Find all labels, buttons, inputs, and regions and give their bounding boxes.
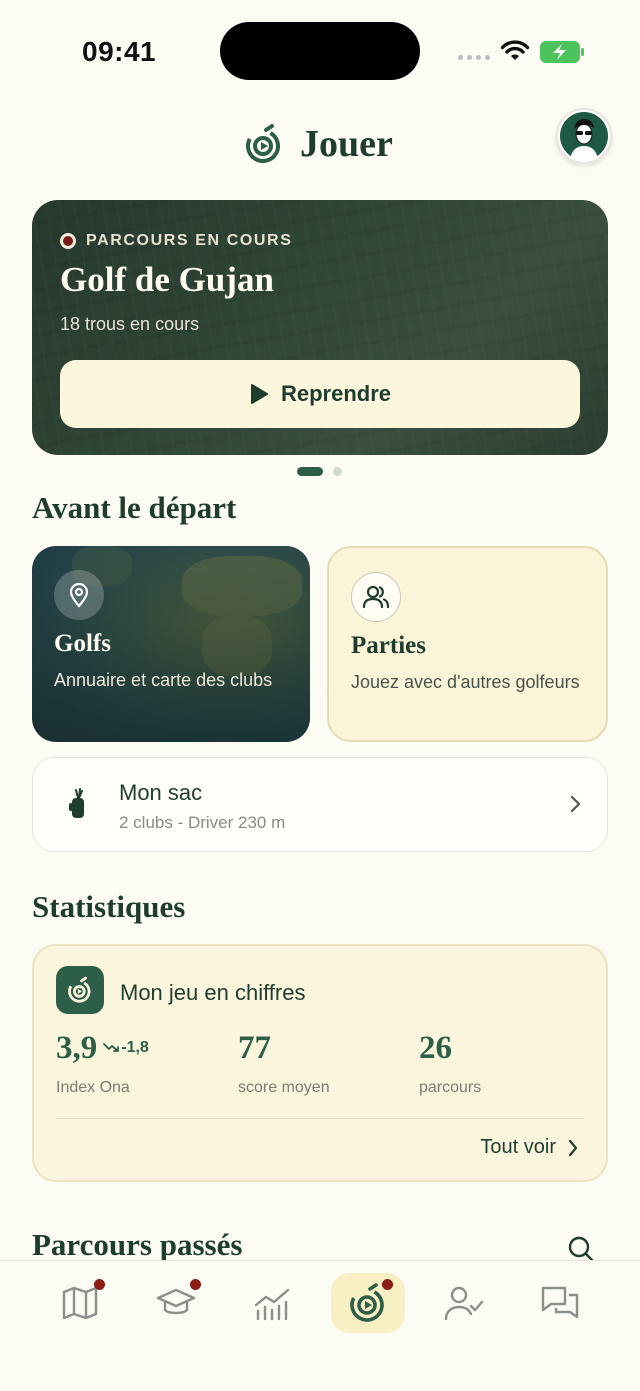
parties-tile-title: Parties	[351, 632, 426, 659]
stat-rounds: 26 parcours	[419, 1030, 481, 1097]
avatar[interactable]	[556, 108, 612, 164]
play-icon	[250, 384, 268, 404]
stat-index-label: Index Ona	[56, 1079, 130, 1096]
section-title-stats: Statistiques	[32, 889, 186, 924]
bottom-nav	[0, 1260, 640, 1391]
current-course-name: Golf de Gujan	[60, 260, 274, 299]
chevron-right-icon	[570, 795, 581, 813]
golfs-tile[interactable]: Golfs Annuaire et carte des clubs	[32, 546, 310, 742]
wifi-icon	[500, 40, 530, 60]
users-icon	[351, 572, 401, 622]
see-all-label: Tout voir	[480, 1136, 556, 1158]
signal-icon	[458, 55, 490, 60]
chat-icon	[541, 1286, 579, 1319]
stats-logo-icon	[56, 966, 104, 1014]
stat-avg-score: 77 score moyen	[238, 1030, 330, 1097]
stats-icon	[254, 1288, 290, 1321]
stats-card-title: Mon jeu en chiffres	[120, 980, 306, 1005]
resume-label: Reprendre	[280, 381, 392, 406]
divider	[56, 1118, 584, 1119]
user-check-icon	[444, 1286, 484, 1321]
location-pin-icon	[54, 570, 104, 620]
golf-bag-icon	[69, 788, 84, 818]
golfs-tile-title: Golfs	[54, 630, 111, 657]
section-title-past-rounds: Parcours passés	[32, 1227, 243, 1262]
battery-icon	[540, 41, 584, 63]
my-bag-title: Mon sac	[119, 780, 203, 805]
nav-messages[interactable]	[523, 1273, 597, 1333]
stat-index-delta-value: -1,8	[121, 1039, 149, 1056]
see-all-link[interactable]: Tout voir	[480, 1136, 578, 1159]
notification-dot	[190, 1279, 201, 1290]
graduation-cap-icon	[156, 1288, 196, 1315]
my-bag-description: 2 clubs - Driver 230 m	[119, 813, 286, 832]
current-round-subtitle: 18 trous en cours	[60, 314, 200, 334]
chevron-right-icon	[568, 1139, 578, 1156]
nav-play[interactable]	[331, 1273, 405, 1333]
play-target-icon	[350, 1283, 384, 1322]
stat-rounds-label: parcours	[419, 1079, 482, 1096]
golfs-tile-description: Annuaire et carte des clubs	[54, 670, 273, 690]
live-badge: PARCOURS EN COURS	[60, 232, 292, 250]
parties-tile-description: Jouez avec d'autres golfeurs	[351, 672, 580, 692]
notification-dot	[382, 1279, 393, 1290]
current-round-card[interactable]: PARCOURS EN COURS Golf de Gujan 18 trous…	[32, 200, 608, 455]
nav-stats[interactable]	[235, 1273, 309, 1333]
stat-index: 3,9 -1,8 Index Ona	[56, 1030, 149, 1097]
trend-down-icon	[103, 1043, 120, 1052]
status-bar: 09:41	[0, 0, 640, 100]
parties-tile[interactable]: Parties Jouez avec d'autres golfeurs	[327, 546, 608, 742]
notification-dot	[94, 1279, 105, 1290]
stats-card[interactable]: Mon jeu en chiffres 3,9 -1,8 Index Ona 77…	[32, 944, 608, 1182]
dynamic-island	[220, 22, 420, 80]
section-title-before-start: Avant le départ	[32, 490, 237, 525]
resume-button[interactable]: Reprendre	[60, 360, 580, 428]
status-time: 09:41	[82, 36, 157, 67]
carousel-pager	[297, 467, 342, 476]
live-badge-label: PARCOURS EN COURS	[86, 232, 293, 249]
live-dot-icon	[60, 233, 76, 249]
stat-avg-score-label: score moyen	[238, 1079, 330, 1096]
stat-index-value: 3,9	[56, 1030, 98, 1066]
app-logo-icon	[246, 124, 280, 163]
nav-friends[interactable]	[427, 1273, 501, 1333]
page-title: Jouer	[300, 123, 393, 165]
stat-avg-score-value: 77	[238, 1030, 271, 1066]
map-icon	[62, 1286, 98, 1320]
nav-map[interactable]	[43, 1273, 117, 1333]
nav-learn[interactable]	[139, 1273, 213, 1333]
stat-index-delta: -1,8	[103, 1039, 149, 1056]
stat-rounds-value: 26	[419, 1030, 452, 1066]
my-bag-row[interactable]: Mon sac 2 clubs - Driver 230 m	[32, 757, 608, 852]
header: Jouer	[0, 110, 640, 174]
